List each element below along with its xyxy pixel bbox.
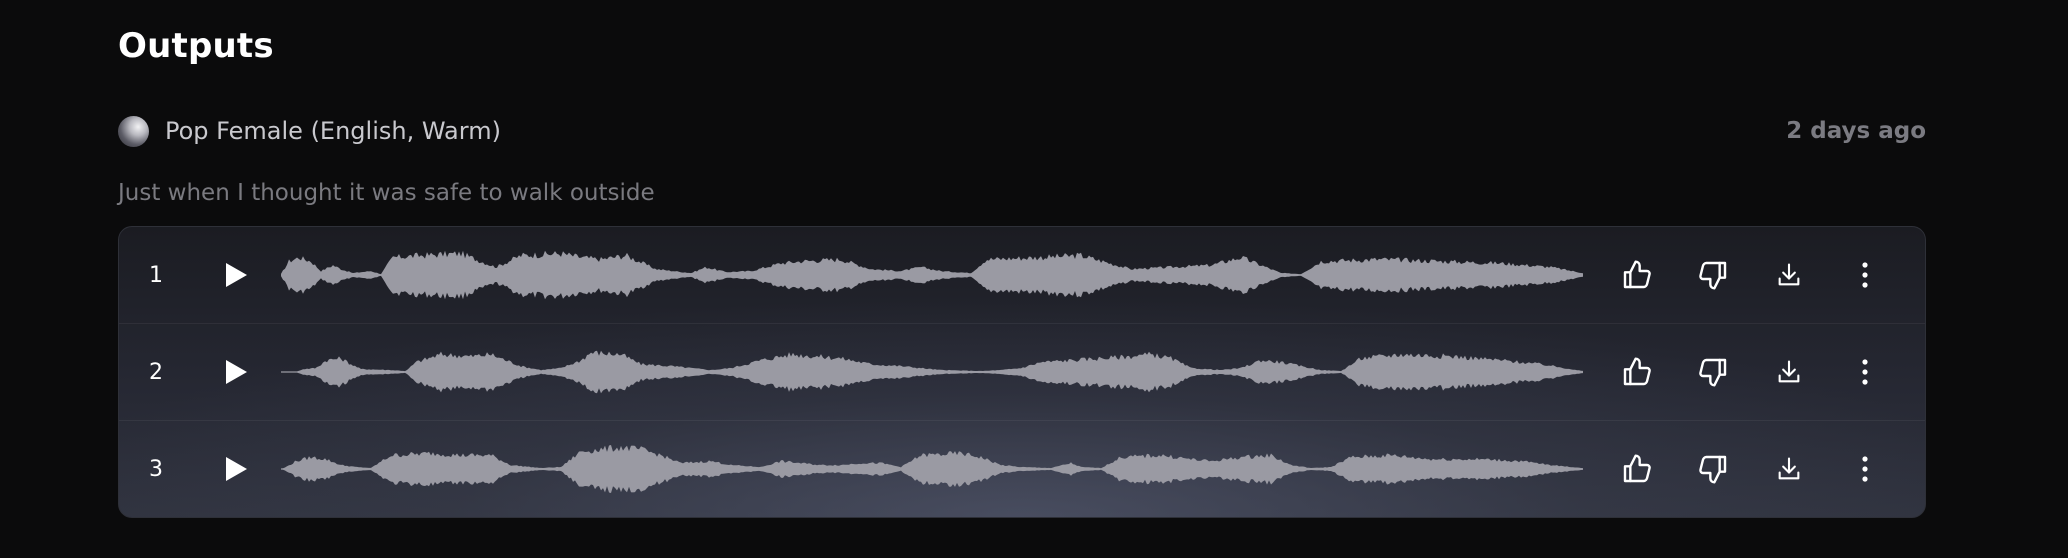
track-actions [1613,251,1889,299]
play-button[interactable] [219,258,253,292]
like-button[interactable] [1613,445,1661,493]
play-button[interactable] [219,452,253,486]
download-icon [1778,263,1800,286]
track-number: 2 [149,359,163,385]
play-icon [226,457,247,481]
thumbs-down-icon [1699,261,1727,290]
outputs-panel: 1 2 3 [118,226,1926,518]
like-button[interactable] [1613,251,1661,299]
thumbs-down-icon [1699,455,1727,484]
dislike-button[interactable] [1689,445,1737,493]
waveform-shape [281,250,1583,300]
output-track: 3 [119,421,1925,517]
voice-name[interactable]: Pop Female (English, Warm) [165,117,501,145]
thumbs-up-icon [1623,454,1651,483]
play-button[interactable] [219,355,253,389]
thumbs-up-icon [1623,357,1651,386]
download-button[interactable] [1765,348,1813,396]
dislike-button[interactable] [1689,251,1737,299]
play-icon [226,263,247,287]
waveform[interactable] [281,429,1583,509]
download-icon [1778,360,1800,383]
more-button[interactable] [1841,348,1889,396]
like-button[interactable] [1613,348,1661,396]
play-icon [226,360,247,384]
download-button[interactable] [1765,445,1813,493]
thumbs-down-icon [1699,358,1727,387]
waveform-shape [281,350,1583,394]
track-actions [1613,348,1889,396]
page-title: Outputs [118,26,274,66]
more-vertical-icon [1862,262,1868,288]
voice-header: Pop Female (English, Warm) 2 days ago [118,113,1926,149]
waveform-shape [281,445,1583,493]
timestamp: 2 days ago [1786,118,1926,144]
waveform[interactable] [281,235,1583,315]
dislike-button[interactable] [1689,348,1737,396]
track-actions [1613,445,1889,493]
more-button[interactable] [1841,445,1889,493]
waveform[interactable] [281,332,1583,412]
output-track: 2 [119,324,1925,421]
track-number: 3 [149,456,163,482]
more-vertical-icon [1862,359,1868,385]
track-number: 1 [149,262,163,288]
thumbs-up-icon [1623,260,1651,289]
more-vertical-icon [1862,456,1868,482]
output-track: 1 [119,227,1925,324]
prompt-text: Just when I thought it was safe to walk … [118,180,655,206]
outputs-page: Outputs Pop Female (English, Warm) 2 day… [0,0,2068,558]
download-icon [1778,457,1800,480]
download-button[interactable] [1765,251,1813,299]
voice-avatar [118,115,149,147]
more-button[interactable] [1841,251,1889,299]
